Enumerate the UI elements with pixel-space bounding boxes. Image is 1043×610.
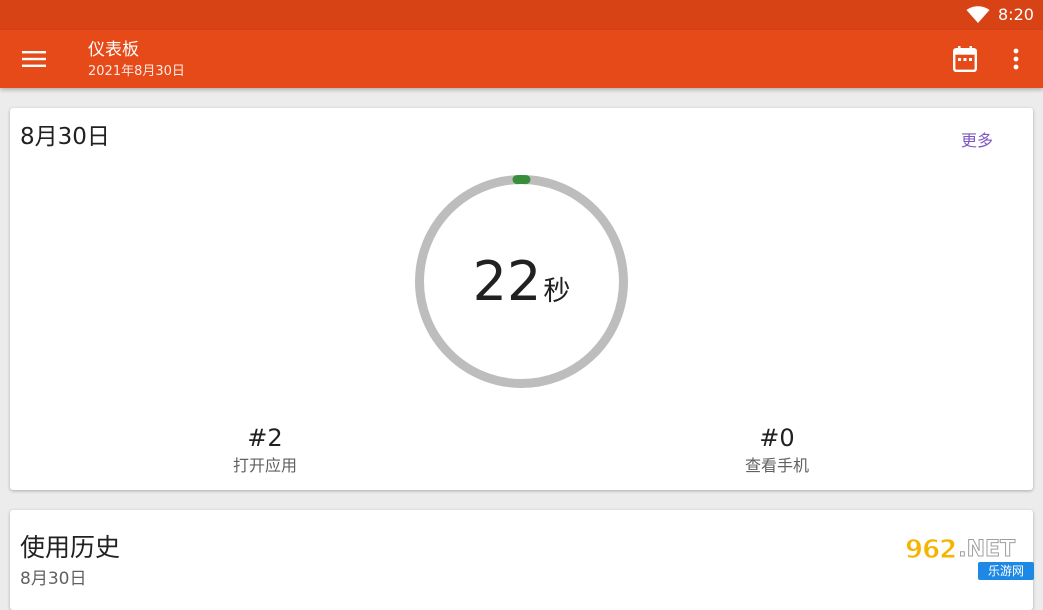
phone-checks-stat: #0 查看手机	[677, 423, 877, 477]
site-watermark-logo: 962 .NET 乐游网	[905, 536, 1035, 582]
usage-history-card[interactable]: 使用历史 8月30日	[10, 510, 1033, 610]
more-vert-icon	[1013, 48, 1019, 70]
status-bar: 8:20	[0, 0, 1043, 30]
apps-opened-value: #2	[165, 423, 365, 453]
app-bar: 仪表板 2021年8月30日	[0, 30, 1043, 88]
apps-opened-label: 打开应用	[165, 455, 365, 477]
more-link[interactable]: 更多	[961, 130, 993, 152]
menu-icon	[22, 50, 46, 68]
app-subtitle: 2021年8月30日	[88, 63, 185, 80]
menu-button[interactable]	[14, 39, 54, 79]
usage-time-unit: 秒	[543, 269, 570, 308]
calendar-button[interactable]	[945, 39, 985, 79]
card-date-title: 8月30日	[20, 122, 110, 152]
watermark-name: 乐游网	[978, 562, 1034, 580]
usage-time-value: 22	[473, 252, 542, 312]
calendar-icon	[953, 46, 977, 72]
watermark-number: 962	[905, 536, 956, 564]
status-time: 8:20	[998, 5, 1034, 25]
wifi-icon	[966, 6, 990, 24]
overflow-menu-button[interactable]	[996, 39, 1036, 79]
usage-time: 22 秒	[414, 174, 629, 389]
phone-checks-label: 查看手机	[677, 455, 877, 477]
apps-opened-stat: #2 打开应用	[165, 423, 365, 477]
today-summary-card: 8月30日 更多 22 秒 #2 打开应用 #0 查看手机	[10, 108, 1033, 490]
history-title: 使用历史	[20, 532, 120, 564]
app-title: 仪表板	[88, 39, 139, 61]
phone-checks-value: #0	[677, 423, 877, 453]
watermark-suffix: .NET	[958, 536, 1015, 564]
